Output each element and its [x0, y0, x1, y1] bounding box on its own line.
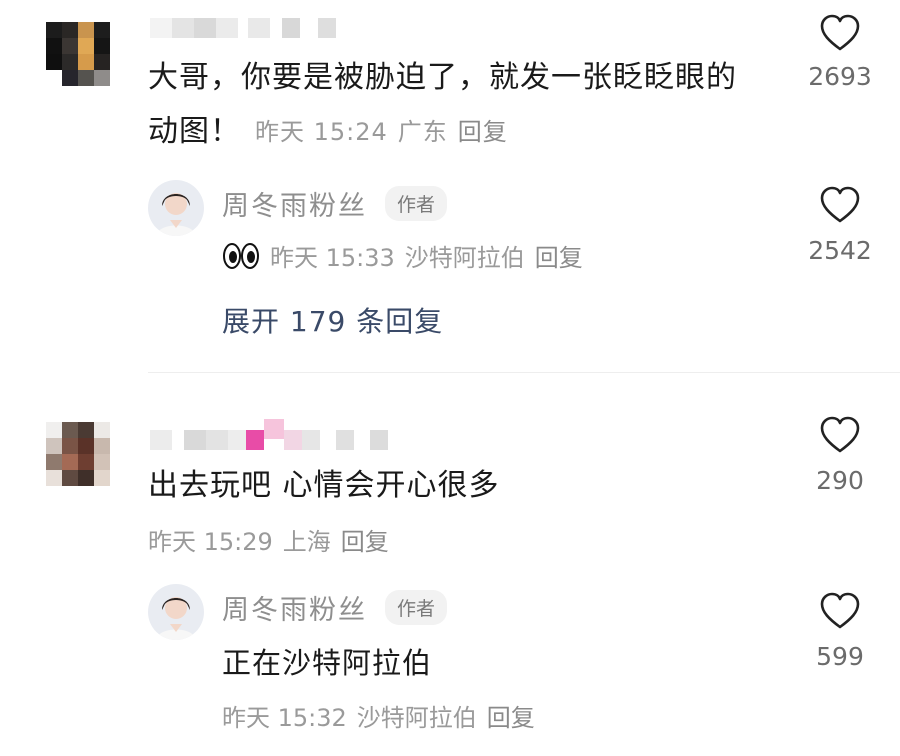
comment-text-line-end: 动图！ — [148, 114, 241, 149]
eyes-emoji-icon — [222, 240, 260, 272]
like-count: 2542 — [808, 236, 872, 265]
reply-button[interactable]: 回复 — [535, 238, 583, 273]
comment-meta: 昨天 15:29 上海 回复 — [148, 522, 389, 557]
like-button[interactable] — [819, 416, 861, 454]
timestamp: 昨天 15:33 — [270, 244, 395, 272]
reply-username[interactable]: 周冬雨粉丝 — [222, 184, 367, 223]
author-badge: 作者 — [385, 590, 448, 625]
reply-button[interactable]: 回复 — [458, 118, 508, 146]
reply-header: 周冬雨粉丝 作者 — [222, 184, 448, 223]
comment-text-line: 大哥，你要是被胁迫了，就发一张眨眨眼的 — [148, 60, 737, 95]
divider — [148, 372, 900, 373]
author-avatar[interactable] — [148, 180, 204, 236]
location: 广东 — [397, 118, 448, 146]
avatar[interactable] — [46, 422, 110, 486]
timestamp: 昨天 15:32 — [222, 704, 347, 732]
reply-text: 正在沙特阿拉伯 — [222, 646, 433, 680]
author-badge: 作者 — [385, 186, 448, 221]
timestamp: 昨天 15:24 — [255, 118, 388, 146]
like-button[interactable] — [819, 592, 861, 630]
reply-meta: 昨天 15:32 沙特阿拉伯 回复 — [222, 698, 535, 733]
reply-button[interactable]: 回复 — [341, 528, 389, 556]
heart-outline-icon — [820, 186, 860, 223]
heart-outline-icon — [820, 416, 860, 453]
like-count: 2693 — [808, 62, 872, 91]
username[interactable] — [150, 412, 388, 450]
reply-button[interactable]: 回复 — [487, 704, 535, 732]
location: 沙特阿拉伯 — [356, 704, 477, 732]
author-avatar[interactable] — [148, 584, 204, 640]
heart-outline-icon — [820, 14, 860, 51]
reply-username[interactable]: 周冬雨粉丝 — [222, 588, 367, 627]
like-button[interactable] — [819, 14, 861, 52]
location: 沙特阿拉伯 — [404, 244, 525, 272]
comment-text: 出去玩吧 心情会开心很多 — [148, 468, 500, 503]
location: 上海 — [282, 528, 331, 556]
comment-meta: 昨天 15:24 广东 回复 — [255, 106, 508, 158]
expand-replies-button[interactable]: 展开 179 条回复 — [222, 300, 443, 340]
avatar[interactable] — [46, 22, 110, 86]
like-button[interactable] — [819, 186, 861, 224]
reply-meta: 昨天 15:33 沙特阿拉伯 回复 — [222, 238, 583, 273]
comment-text-line: 动图！ 昨天 15:24 广东 回复 — [148, 106, 737, 158]
like-count: 599 — [816, 642, 864, 671]
heart-outline-icon — [820, 592, 860, 629]
comment-text: 大哥，你要是被胁迫了，就发一张眨眨眼的 动图！ 昨天 15:24 广东 回复 — [148, 52, 737, 158]
username[interactable] — [150, 18, 336, 38]
like-count: 290 — [816, 466, 864, 495]
timestamp: 昨天 15:29 — [148, 528, 273, 556]
reply-header: 周冬雨粉丝 作者 — [222, 588, 448, 627]
